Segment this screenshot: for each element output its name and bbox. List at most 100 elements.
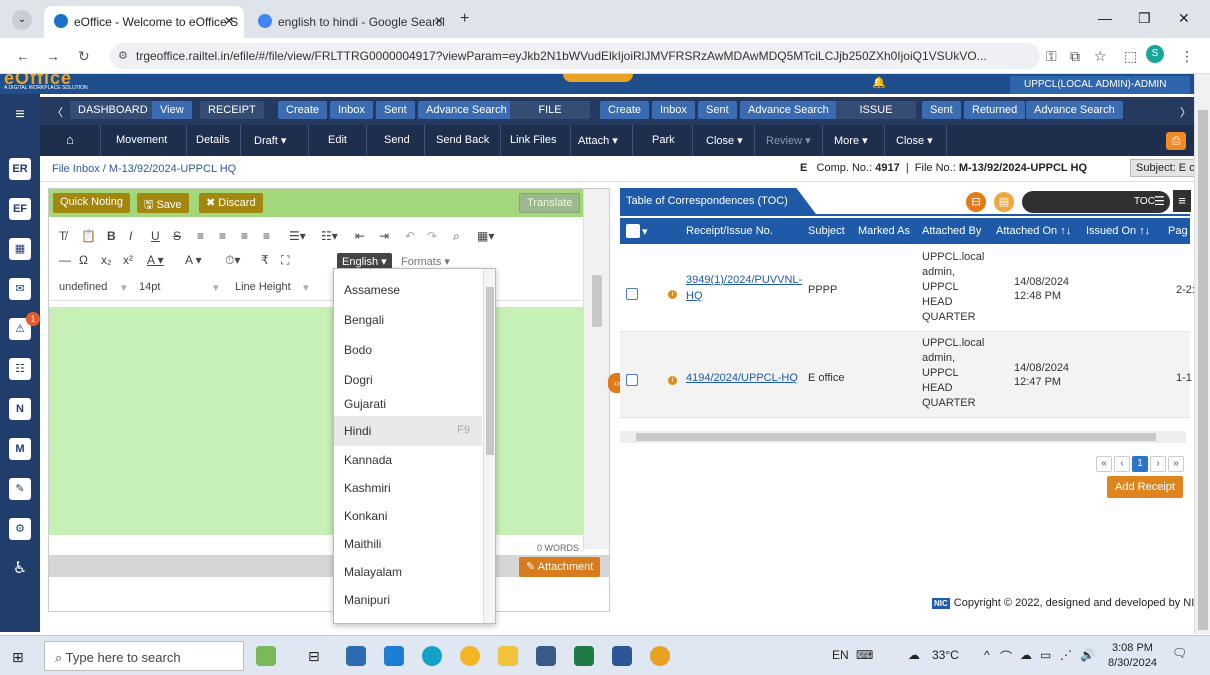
keyboard-icon[interactable]: ⌨ [856, 648, 873, 662]
highlight-color-icon[interactable]: A ▾ [185, 253, 202, 267]
redo-icon[interactable]: ↷ [427, 229, 437, 243]
language-scrollbar[interactable] [483, 269, 495, 623]
align-right-icon[interactable]: ≡ [241, 229, 248, 243]
tab-google[interactable]: english to hindi - Google Searcl ✕ [248, 6, 454, 38]
col-page[interactable]: Pag [1168, 225, 1188, 237]
back-icon[interactable]: ← [16, 48, 30, 64]
tab-eoffice[interactable]: eOffice - Welcome to eOffice S ✕ [44, 6, 244, 38]
nav-receipt-sent[interactable]: Sent [376, 101, 415, 119]
nav-file-advance-search[interactable]: Advance Search [740, 101, 837, 119]
line-height-select[interactable]: Line Height [235, 281, 291, 293]
tab-search-icon[interactable]: ⌄ [12, 10, 32, 30]
nav-issue-advance-search[interactable]: Advance Search [1026, 101, 1123, 119]
info-icon[interactable]: i [668, 376, 677, 385]
font-family-caret-icon[interactable]: ▾ [121, 281, 127, 294]
col-attached-on[interactable]: Attached On ↑↓ [996, 225, 1071, 237]
language-option-hindi[interactable]: Hindi F9 [334, 416, 482, 446]
pager-next[interactable]: › [1150, 456, 1166, 472]
language-indicator[interactable]: EN [832, 648, 849, 662]
text-color-icon[interactable]: A ▾ [147, 253, 164, 267]
nav-issue-sent[interactable]: Sent [922, 101, 961, 119]
paste-icon[interactable]: 📋 [81, 229, 96, 243]
pager-prev[interactable]: ‹ [1114, 456, 1130, 472]
mail-icon[interactable] [384, 646, 404, 666]
col-attached-by[interactable]: Attached By [922, 225, 981, 237]
edit-button[interactable]: Edit [328, 134, 347, 146]
note-text-area[interactable] [49, 307, 583, 535]
rupee-icon[interactable]: ₹ [261, 253, 269, 267]
app-icon[interactable] [536, 646, 556, 666]
nav-file-create[interactable]: Create [600, 101, 650, 119]
attachment-button[interactable]: ✎ Attachment [519, 557, 601, 577]
row-checkbox[interactable] [626, 288, 638, 300]
quick-noting-button[interactable]: Quick Noting [53, 193, 130, 213]
weather-widget-icon[interactable] [256, 646, 276, 666]
details-button[interactable]: Details [196, 134, 230, 146]
dashboard-module-icon[interactable]: ▦ [9, 238, 31, 260]
pager-last[interactable]: » [1168, 456, 1184, 472]
chrome-icon[interactable] [460, 646, 480, 666]
bookmark-star-icon[interactable]: ☆ [1094, 48, 1107, 65]
line-height-caret-icon[interactable]: ▾ [303, 281, 309, 294]
header-menu-pill[interactable] [563, 74, 633, 82]
minimize-icon[interactable]: — [1098, 10, 1112, 26]
find-icon[interactable]: ⌕ [453, 229, 460, 244]
add-receipt-button[interactable]: Add Receipt [1107, 476, 1183, 498]
toc-document-icon[interactable]: ▤ [994, 192, 1014, 212]
col-marked-as[interactable]: Marked As [858, 225, 910, 237]
receipt-link-suffix[interactable]: HQ [686, 290, 703, 302]
install-icon[interactable]: ⧉ [1070, 48, 1080, 65]
url-input[interactable]: ⚙ trgeoffice.railtel.in/efile/#/file/vie… [110, 43, 1040, 69]
more-dropdown[interactable]: More ▾ [834, 134, 868, 147]
language-option-gujarati[interactable]: Gujarati [334, 389, 482, 419]
knowledge-module-icon[interactable]: ☷ [9, 358, 31, 380]
print-icon[interactable]: ⎙ [1166, 132, 1186, 150]
dak-module-icon[interactable]: ✉ [9, 278, 31, 300]
superscript-icon[interactable]: x² [123, 253, 133, 267]
language-option-konkani[interactable]: Konkani [334, 501, 482, 531]
outdent-icon[interactable]: ⇤ [355, 229, 365, 243]
discard-button[interactable]: ✖ Discard [199, 193, 263, 213]
park-button[interactable]: Park [652, 134, 675, 146]
nav-file-inbox[interactable]: Inbox [652, 101, 695, 119]
nav-receipt-create[interactable]: Create [278, 101, 328, 119]
show-hidden-icons-icon[interactable]: ^ [984, 648, 990, 662]
subscript-icon[interactable]: x₂ [101, 253, 112, 267]
strikethrough-icon[interactable]: S [173, 229, 181, 243]
table-icon[interactable]: ▦▾ [477, 229, 494, 243]
toc-toggle[interactable]: TOC ☰ [1022, 191, 1170, 213]
leave-module-icon[interactable]: M [9, 438, 31, 460]
language-option-manipuri[interactable]: Manipuri [334, 585, 482, 615]
report-module-icon[interactable]: ✎ [9, 478, 31, 500]
nav-dashboard[interactable]: DASHBOARD [70, 101, 156, 119]
info-icon[interactable]: i [668, 290, 677, 299]
formats-dropdown[interactable]: Formats ▾ [401, 255, 450, 268]
word-icon[interactable] [612, 646, 632, 666]
special-char-icon[interactable]: Ω [79, 253, 88, 267]
movement-button[interactable]: Movement [116, 134, 167, 146]
close-file-dropdown[interactable]: Close ▾ [896, 134, 933, 147]
font-size-select[interactable]: 14pt [139, 281, 160, 293]
password-key-icon[interactable]: ⚿ [1046, 48, 1057, 65]
col-issued-on[interactable]: Issued On ↑↓ [1086, 225, 1150, 237]
table-row[interactable]: i 4194/2024/UPPCL-HQ E office UPPCL.loca… [620, 332, 1192, 418]
close-dropdown[interactable]: Close ▾ [706, 134, 743, 147]
site-info-icon[interactable]: ⚙ [118, 49, 128, 62]
file-explorer-icon[interactable] [498, 646, 518, 666]
accessibility-icon[interactable]: ♿ [9, 558, 31, 580]
font-family-select[interactable]: undefined [59, 281, 107, 293]
clear-format-icon[interactable]: T̸ [59, 229, 66, 243]
edge-icon[interactable] [422, 646, 442, 666]
efile-module-icon[interactable]: EF [9, 198, 31, 220]
battery-icon[interactable]: ▭ [1040, 648, 1051, 662]
send-back-button[interactable]: Send Back [436, 134, 489, 146]
home-icon[interactable]: ⌂ [66, 132, 74, 147]
language-option-bengali[interactable]: Bengali [334, 305, 482, 335]
profile-avatar[interactable]: S [1146, 45, 1164, 63]
windows-start-icon[interactable]: ⊞ [12, 649, 24, 666]
cloud-icon[interactable]: ☁ [1020, 648, 1032, 662]
table-row[interactable]: i 3949(1)/2024/PUVVNL- HQ PPPP UPPCL.loc… [620, 246, 1195, 332]
bullet-list-icon[interactable]: ☰▾ [289, 229, 306, 243]
pager-first[interactable]: « [1096, 456, 1112, 472]
translate-button[interactable]: Translate [519, 193, 581, 213]
